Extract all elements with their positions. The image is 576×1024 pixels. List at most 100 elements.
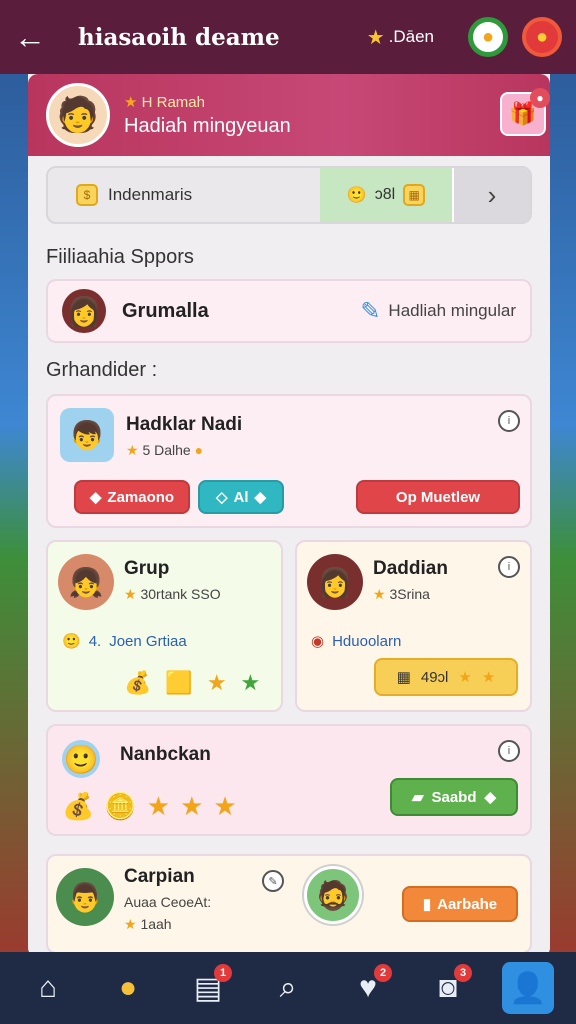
card1-right-button[interactable]: Op Muetlew — [356, 480, 520, 514]
card2-icons: 💰 🟨 ★ ★ — [124, 670, 260, 696]
profile-greeting-text: H Ramah — [141, 93, 205, 111]
card1-sub: ★ 5 Dalhe ● — [126, 442, 242, 459]
rating-value: .Dāen — [388, 27, 434, 46]
summary-left-label: Indenmaris — [108, 185, 193, 204]
camera-badge: 3 — [454, 964, 472, 982]
group-card-4[interactable]: 🙂 Nanbckan i 💰 🪙 ★ ★ ★ ▰ Saabd ◆ — [46, 724, 532, 836]
card3-title: Daddian — [373, 558, 448, 579]
star-icon: ★ — [124, 586, 137, 602]
friend-right-label: Hadliah mingular — [388, 301, 516, 320]
member-icon: 🙂 — [62, 633, 81, 650]
summary-bar[interactable]: $ Indenmaris 🙂 ɔ8l ▦ › — [46, 166, 532, 224]
group-card-1[interactable]: 👦 Hadklar Nadi ★ 5 Dalhe ● i ◆ Zamaono ◇… — [46, 394, 532, 528]
card4-button[interactable]: ▰ Saabd ◆ — [390, 778, 518, 816]
friend-card[interactable]: 👩 Grumalla ✎ Hadliah mingular — [46, 279, 532, 343]
card3-avatar: 👩 — [307, 554, 363, 610]
summary-mid-value: ɔ8l — [374, 186, 396, 203]
card4-rewards: 💰 🪙 ★ ★ ★ — [62, 791, 237, 822]
group-card-2[interactable]: 👧 Grup ★ 30rtank SSO 🙂 4. Joen Grtiaa 💰 … — [46, 540, 283, 712]
star-icon: ★ — [124, 93, 138, 111]
bag-icon: ◆ — [484, 789, 497, 806]
chest-icon: ▦ — [396, 669, 411, 686]
card5-sub1: Auaa CeoeAt: — [124, 894, 212, 910]
gem-icon: ◆ — [89, 489, 102, 506]
card1-left-button[interactable]: ◆ Zamaono — [74, 480, 190, 514]
gift-button[interactable]: 🎁 ● — [500, 88, 550, 136]
group-card-5[interactable]: 👨 Carpian Auaa CeoeAt: ★ 1aah ✎ 🧔 ▮ Aarb… — [46, 854, 532, 954]
star-icon: ★ — [180, 791, 204, 821]
card1-right-label: Op Muetlew — [395, 488, 481, 506]
friend-avatar: 👩 — [62, 289, 106, 333]
top-bar: ← hiasaoih deame ★ .Dāen ● ● — [0, 0, 576, 74]
card5-avatar: 👨 — [56, 868, 114, 926]
card1-title: Hadklar Nadi — [126, 414, 243, 435]
star-icon: ★ — [213, 791, 237, 821]
heart-icon[interactable]: ♥ 2 — [342, 962, 394, 1014]
star-icon: ★ — [146, 791, 171, 821]
card2-title: Grup — [124, 558, 170, 579]
profile-header: 🧑 ★ H Ramah Hadiah mingyeuan 🎁 ● — [28, 74, 550, 156]
ticket-icon: ▰ — [411, 789, 424, 806]
chest-icon: ▦ — [403, 184, 426, 206]
star-icon: ★ — [458, 669, 472, 686]
card5-member-avatar[interactable]: 🧔 — [304, 866, 362, 924]
treasure-chest-icon: 💰 — [62, 791, 95, 821]
search-icon[interactable]: ⌕ — [262, 962, 314, 1014]
card5-button[interactable]: ▮ Aarbahe — [402, 886, 518, 922]
card2-row-num: 4. — [88, 632, 102, 650]
diamond-icon: ◇ — [215, 489, 228, 506]
notification-button[interactable]: ● — [522, 17, 562, 57]
camera-icon[interactable]: ◙ 3 — [422, 962, 474, 1014]
profile-avatar[interactable]: 🧑 — [46, 83, 110, 147]
card1-mid-button[interactable]: ◇ Al ◆ — [198, 480, 284, 514]
app-title: hiasaoih deame — [78, 23, 280, 51]
home-icon[interactable]: ⌂ — [22, 962, 74, 1014]
star-icon: ★ — [124, 916, 137, 932]
edit-icon[interactable]: ✎ — [262, 870, 284, 892]
profile-greeting: ★ H Ramah — [124, 93, 291, 111]
card2-avatar: 👧 — [58, 554, 114, 610]
card5-sub2: ★ 1aah — [124, 916, 211, 933]
coin-icon[interactable]: ● — [102, 962, 154, 1014]
card2-row-label: Joen Grtiaa — [109, 632, 187, 650]
friend-name: Grumalla — [122, 299, 209, 322]
card4-title: Nanbckan — [120, 744, 211, 765]
card3-pill-value: 49ɔl — [420, 668, 449, 686]
info-icon[interactable]: i — [498, 410, 520, 432]
card4-avatar: 🙂 — [62, 740, 100, 778]
main-panel: 🧑 ★ H Ramah Hadiah mingyeuan 🎁 ● $ Inden… — [28, 74, 550, 956]
info-icon[interactable]: i — [498, 740, 520, 762]
inbox-icon[interactable]: ▤ 1 — [182, 962, 234, 1014]
bag-icon: ◆ — [254, 489, 267, 506]
star-icon: ★ — [373, 586, 386, 602]
info-icon[interactable]: i — [498, 556, 520, 578]
coin-icon: $ — [76, 184, 98, 206]
back-arrow-icon[interactable]: ← — [14, 19, 48, 56]
group-card-3[interactable]: 👩 Daddian ★ 3Srina i ◉ Hduoolarn ▦ 49ɔl … — [295, 540, 532, 712]
bag-icon: 💰 — [124, 670, 152, 695]
gift-badge-icon: ● — [530, 88, 550, 108]
star-icon: ★ — [126, 442, 139, 458]
gold-bar-icon: 🟨 — [165, 670, 193, 695]
card3-row[interactable]: ◉ Hduoolarn — [311, 632, 516, 651]
card2-row[interactable]: 🙂 4. Joen Grtiaa — [62, 632, 267, 651]
card1-left-label: Zamaono — [107, 488, 175, 506]
profile-title: Hadiah mingyeuan — [124, 114, 291, 137]
card3-sub: ★ 3Srina — [373, 586, 448, 603]
face-icon: 🙂 — [346, 187, 367, 204]
coin-icon: ● — [194, 442, 204, 458]
chevron-right-icon[interactable]: › — [452, 168, 530, 222]
card5-title: Carpian — [124, 866, 195, 887]
star-icon: ★ — [206, 670, 227, 695]
badge-icon: ◉ — [311, 633, 325, 650]
card3-gold-button[interactable]: ▦ 49ɔl ★ ★ — [374, 658, 518, 696]
profile-icon[interactable]: 👤 — [502, 962, 554, 1014]
card5-button-label: Aarbahe — [437, 895, 498, 913]
inbox-badge: 1 — [214, 964, 232, 982]
heart-badge: 2 — [374, 964, 392, 982]
section-title-groups: Grhandider : — [46, 359, 158, 381]
section-title-friends: Fiiliaahia Sppors — [46, 246, 194, 268]
coins-button[interactable]: ● — [468, 17, 508, 57]
card5-sub2-text: 1aah — [140, 916, 172, 932]
card2-sub-text: 30rtank SSO — [140, 586, 221, 602]
